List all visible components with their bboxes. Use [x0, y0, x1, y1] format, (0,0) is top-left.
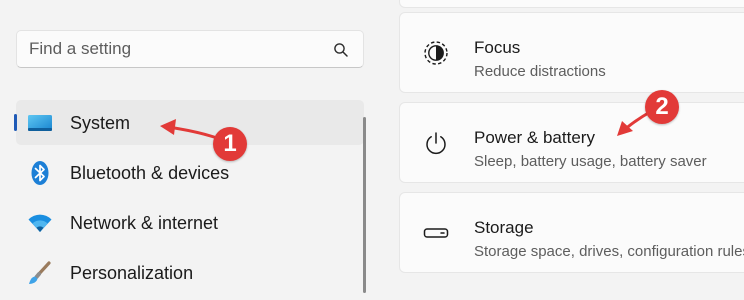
search-icon[interactable]	[333, 42, 349, 58]
card-title: Focus	[474, 38, 521, 57]
annotation-badge-1: 1	[213, 127, 247, 161]
power-icon	[423, 130, 449, 156]
wifi-icon	[27, 210, 53, 236]
card-subtitle: Reduce distractions	[474, 63, 606, 80]
sidebar-item-label: Bluetooth & devices	[70, 163, 230, 183]
settings-card-power-battery[interactable]: Power & battery Sleep, battery usage, ba…	[399, 102, 744, 183]
card-subtitle: Storage space, drives, configuration rul…	[474, 243, 744, 260]
settings-card-partial[interactable]	[399, 0, 744, 8]
system-display-icon	[27, 110, 53, 136]
card-title: Power & battery	[474, 128, 595, 147]
selection-indicator	[14, 114, 17, 131]
bluetooth-icon	[27, 160, 53, 186]
annotation-badge-2: 2	[645, 90, 679, 124]
sidebar-scrollbar[interactable]	[363, 117, 366, 293]
settings-card-focus[interactable]: Focus Reduce distractions	[399, 12, 744, 93]
search-input[interactable]	[29, 31, 329, 67]
focus-icon	[423, 40, 449, 66]
card-title: Storage	[474, 218, 534, 237]
search-box[interactable]	[16, 30, 364, 68]
sidebar-item-bluetooth[interactable]: Bluetooth & devices	[16, 150, 364, 195]
card-subtitle: Sleep, battery usage, battery saver	[474, 153, 707, 170]
sidebar-item-personalization[interactable]: Personalization	[16, 250, 364, 295]
sidebar-item-label: Network & internet	[70, 213, 219, 233]
storage-icon	[423, 220, 449, 246]
sidebar-item-network[interactable]: Network & internet	[16, 200, 364, 245]
sidebar-item-system[interactable]: System	[14, 100, 364, 145]
sidebar-nav: System Bluetooth & devices Network & int…	[14, 100, 364, 300]
settings-card-storage[interactable]: Storage Storage space, drives, configura…	[399, 192, 744, 273]
paintbrush-icon	[27, 260, 53, 286]
sidebar-item-label: System	[70, 113, 131, 133]
sidebar-item-label: Personalization	[70, 263, 194, 283]
